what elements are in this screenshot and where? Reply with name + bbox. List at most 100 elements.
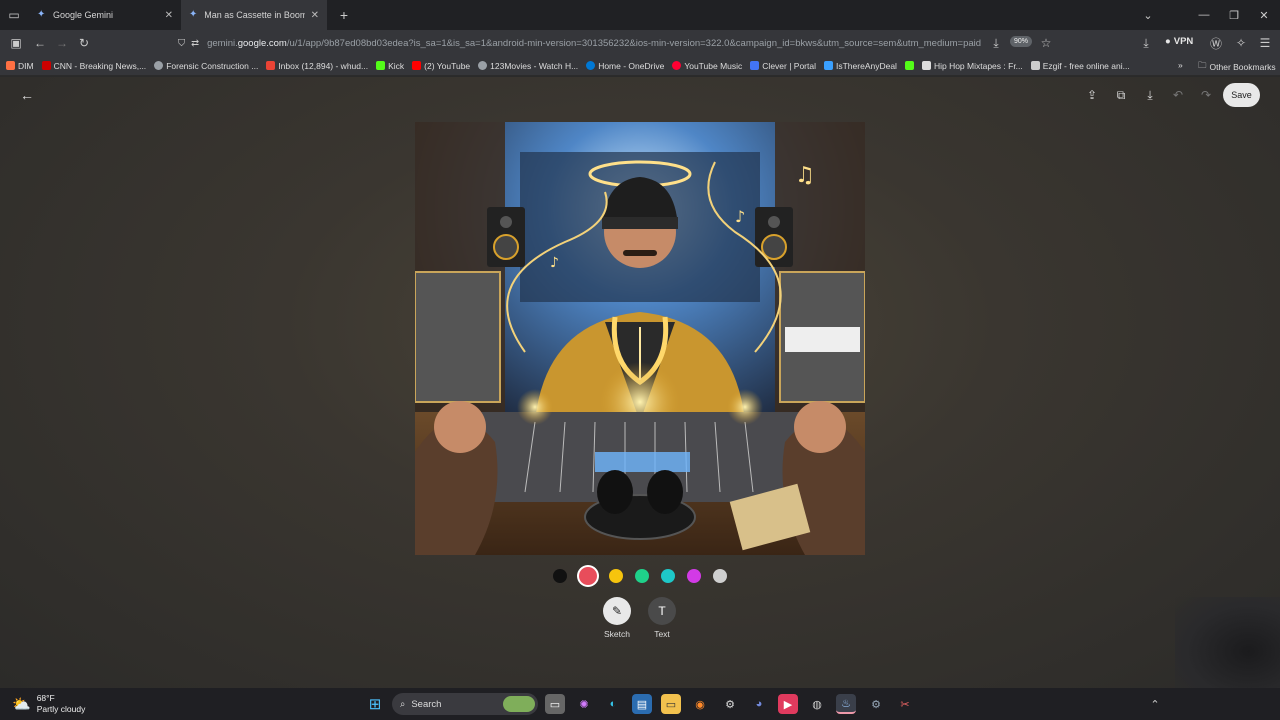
store-icon[interactable]: ▤ xyxy=(632,694,652,714)
youtube-music-icon xyxy=(672,61,682,70)
folder-icon: 🗀 xyxy=(1198,60,1207,70)
color-swatch[interactable] xyxy=(635,569,649,583)
color-swatch[interactable] xyxy=(609,569,623,583)
text-label: Text xyxy=(654,629,670,639)
sidebar-icon[interactable]: ▣ xyxy=(5,32,27,54)
taskbar-search[interactable]: ⌕ Search xyxy=(392,693,538,715)
vpn-button[interactable]: ● VPN xyxy=(1165,36,1193,47)
search-icon: ⌕ xyxy=(400,698,406,710)
vpn-label: VPN xyxy=(1173,36,1194,47)
bookmark-item[interactable]: Hip Hop Mixtapes : Fr... xyxy=(921,61,1023,71)
undo-icon[interactable]: ↶ xyxy=(1166,83,1190,107)
firefox-icon[interactable]: ◉ xyxy=(690,694,710,714)
maximize-icon[interactable]: ❐ xyxy=(1218,0,1250,30)
close-tab-icon[interactable]: ✕ xyxy=(311,10,319,21)
bookmark-favicon-icon xyxy=(6,61,15,70)
media-player-icon[interactable]: ▶ xyxy=(778,694,798,714)
bookmark-item[interactable] xyxy=(904,61,914,70)
bookmark-star-icon[interactable]: ☆ xyxy=(1035,32,1057,54)
color-swatch[interactable] xyxy=(553,569,567,583)
forward-icon[interactable]: → xyxy=(51,32,73,54)
more-bookmarks-chevron-icon[interactable]: » xyxy=(1178,60,1183,70)
address-bar[interactable]: ⛉ ⇄ gemini. google.com/u/1/app/9b87ed08bd… xyxy=(178,33,1058,53)
download-icon[interactable]: ⤓ xyxy=(1138,83,1162,107)
tab-actions-icon[interactable]: ▭ xyxy=(3,4,25,26)
zoom-badge[interactable]: 90% xyxy=(1010,36,1033,47)
extensions-icon[interactable]: ✧ xyxy=(1230,32,1252,54)
install-app-icon[interactable]: ⤓ xyxy=(985,32,1007,54)
downloads-icon[interactable]: ⤓ xyxy=(1135,32,1157,54)
onedrive-icon xyxy=(586,61,596,70)
bookmark-item[interactable]: IsThereAnyDeal xyxy=(824,61,897,71)
close-tab-icon[interactable]: ✕ xyxy=(165,10,173,21)
bookmark-item[interactable]: (2) YouTube xyxy=(412,61,470,71)
back-arrow-icon[interactable]: ← xyxy=(15,83,39,107)
file-explorer-icon[interactable]: ▭ xyxy=(661,694,681,714)
bookmark-label: CNN - Breaking News,... xyxy=(53,60,147,71)
globe-icon xyxy=(478,61,488,70)
discord-icon[interactable]: ◕ xyxy=(749,694,769,714)
system-settings-icon[interactable]: ⚙ xyxy=(866,694,886,714)
bookmark-label: YouTube Music xyxy=(684,60,743,71)
task-view-icon[interactable]: ▭ xyxy=(545,694,565,714)
sketch-tool-button[interactable]: ✎ Sketch xyxy=(597,597,637,639)
kick-icon xyxy=(904,61,914,70)
bookmark-item[interactable]: Home - OneDrive xyxy=(586,61,664,71)
share-icon[interactable]: ⇪ xyxy=(1080,83,1104,107)
clever-icon xyxy=(750,61,760,70)
webcam-overlay xyxy=(1175,597,1280,688)
profile-avatar-icon[interactable]: Ⓦ xyxy=(1205,32,1227,54)
bookmark-item[interactable]: 123Movies - Watch H... xyxy=(478,61,578,71)
bookmark-label: Home - OneDrive xyxy=(598,60,665,71)
bookmark-item[interactable]: YouTube Music xyxy=(672,61,742,71)
weather-condition: Partly cloudy xyxy=(36,704,86,714)
bookmark-item[interactable]: CNN - Breaking News,... xyxy=(41,60,147,71)
close-window-icon[interactable]: ✕ xyxy=(1248,0,1280,30)
copy-icon[interactable]: ⧉ xyxy=(1109,83,1133,107)
github-icon[interactable]: ◍ xyxy=(807,694,827,714)
bookmark-label: DIM xyxy=(18,60,34,71)
bookmark-item[interactable]: Clever | Portal xyxy=(750,61,816,71)
url-path: /u/1/app/9b87ed08bd03edea?is_sa=1&is_sa=… xyxy=(286,37,982,49)
color-swatch[interactable] xyxy=(687,569,701,583)
weather-widget[interactable]: ⛅ 68°F Partly cloudy xyxy=(12,693,85,715)
snipping-tool-icon[interactable]: ✂ xyxy=(895,694,915,714)
edge-icon[interactable]: ◐ xyxy=(603,694,623,714)
youtube-icon xyxy=(412,61,422,70)
color-swatch[interactable] xyxy=(661,569,675,583)
tab-google-gemini[interactable]: ✦ Google Gemini ✕ xyxy=(29,0,181,30)
image-editor: ← ⇪ ⧉ ⤓ ↶ ↷ Save ♫ ♪ ♪ ✎ Sketch T Text xyxy=(0,77,1280,688)
redo-icon[interactable]: ↷ xyxy=(1194,83,1218,107)
other-bookmarks[interactable]: 🗀 Other Bookmarks xyxy=(1198,60,1276,74)
shield-icon: ⛉ xyxy=(178,37,186,49)
tray-chevron-icon[interactable]: ⌃ xyxy=(1145,694,1165,714)
tab-list-chevron-icon[interactable]: ⌄ xyxy=(1132,0,1164,30)
color-swatch[interactable] xyxy=(713,569,727,583)
bookmark-item[interactable]: Forensic Construction ... xyxy=(154,61,258,71)
taskbar: ⛅ 68°F Partly cloudy ⊞ ⌕ Search ▭ ✺ ◐ ▤ … xyxy=(0,688,1280,720)
bookmark-item[interactable]: DIM xyxy=(6,61,34,71)
menu-icon[interactable]: ☰ xyxy=(1254,32,1276,54)
reload-icon[interactable]: ↻ xyxy=(73,32,95,54)
steam-icon[interactable]: ♨ xyxy=(836,694,856,714)
tab-man-as-cassette[interactable]: ✦ Man as Cassette in Boom Box ✕ xyxy=(181,0,327,30)
back-icon[interactable]: ← xyxy=(29,32,51,54)
page-icon xyxy=(921,61,931,70)
color-swatch[interactable] xyxy=(579,567,597,585)
site-settings-icon[interactable]: ⇄ xyxy=(191,38,199,49)
windows-start-icon[interactable]: ⊞ xyxy=(365,694,385,714)
copilot-icon[interactable]: ✺ xyxy=(574,694,594,714)
bookmark-item[interactable]: Ezgif - free online ani... xyxy=(1030,61,1130,71)
minimize-icon[interactable]: — xyxy=(1188,0,1220,30)
text-tool-button[interactable]: T Text xyxy=(642,597,682,639)
bookmark-item[interactable]: Inbox (12,894) - whud... xyxy=(266,61,368,71)
save-button[interactable]: Save xyxy=(1223,83,1260,107)
search-label: Search xyxy=(411,698,442,710)
settings-gear-icon[interactable]: ⚙ xyxy=(720,694,740,714)
bookmark-item[interactable]: Kick xyxy=(376,61,404,71)
bookmark-label: Kick xyxy=(388,60,405,71)
ezgif-icon xyxy=(1030,61,1040,70)
generated-image[interactable]: ♫ ♪ ♪ xyxy=(415,122,865,555)
studio-illustration: ♫ ♪ ♪ xyxy=(415,122,865,555)
new-tab-icon[interactable]: + xyxy=(333,4,355,26)
